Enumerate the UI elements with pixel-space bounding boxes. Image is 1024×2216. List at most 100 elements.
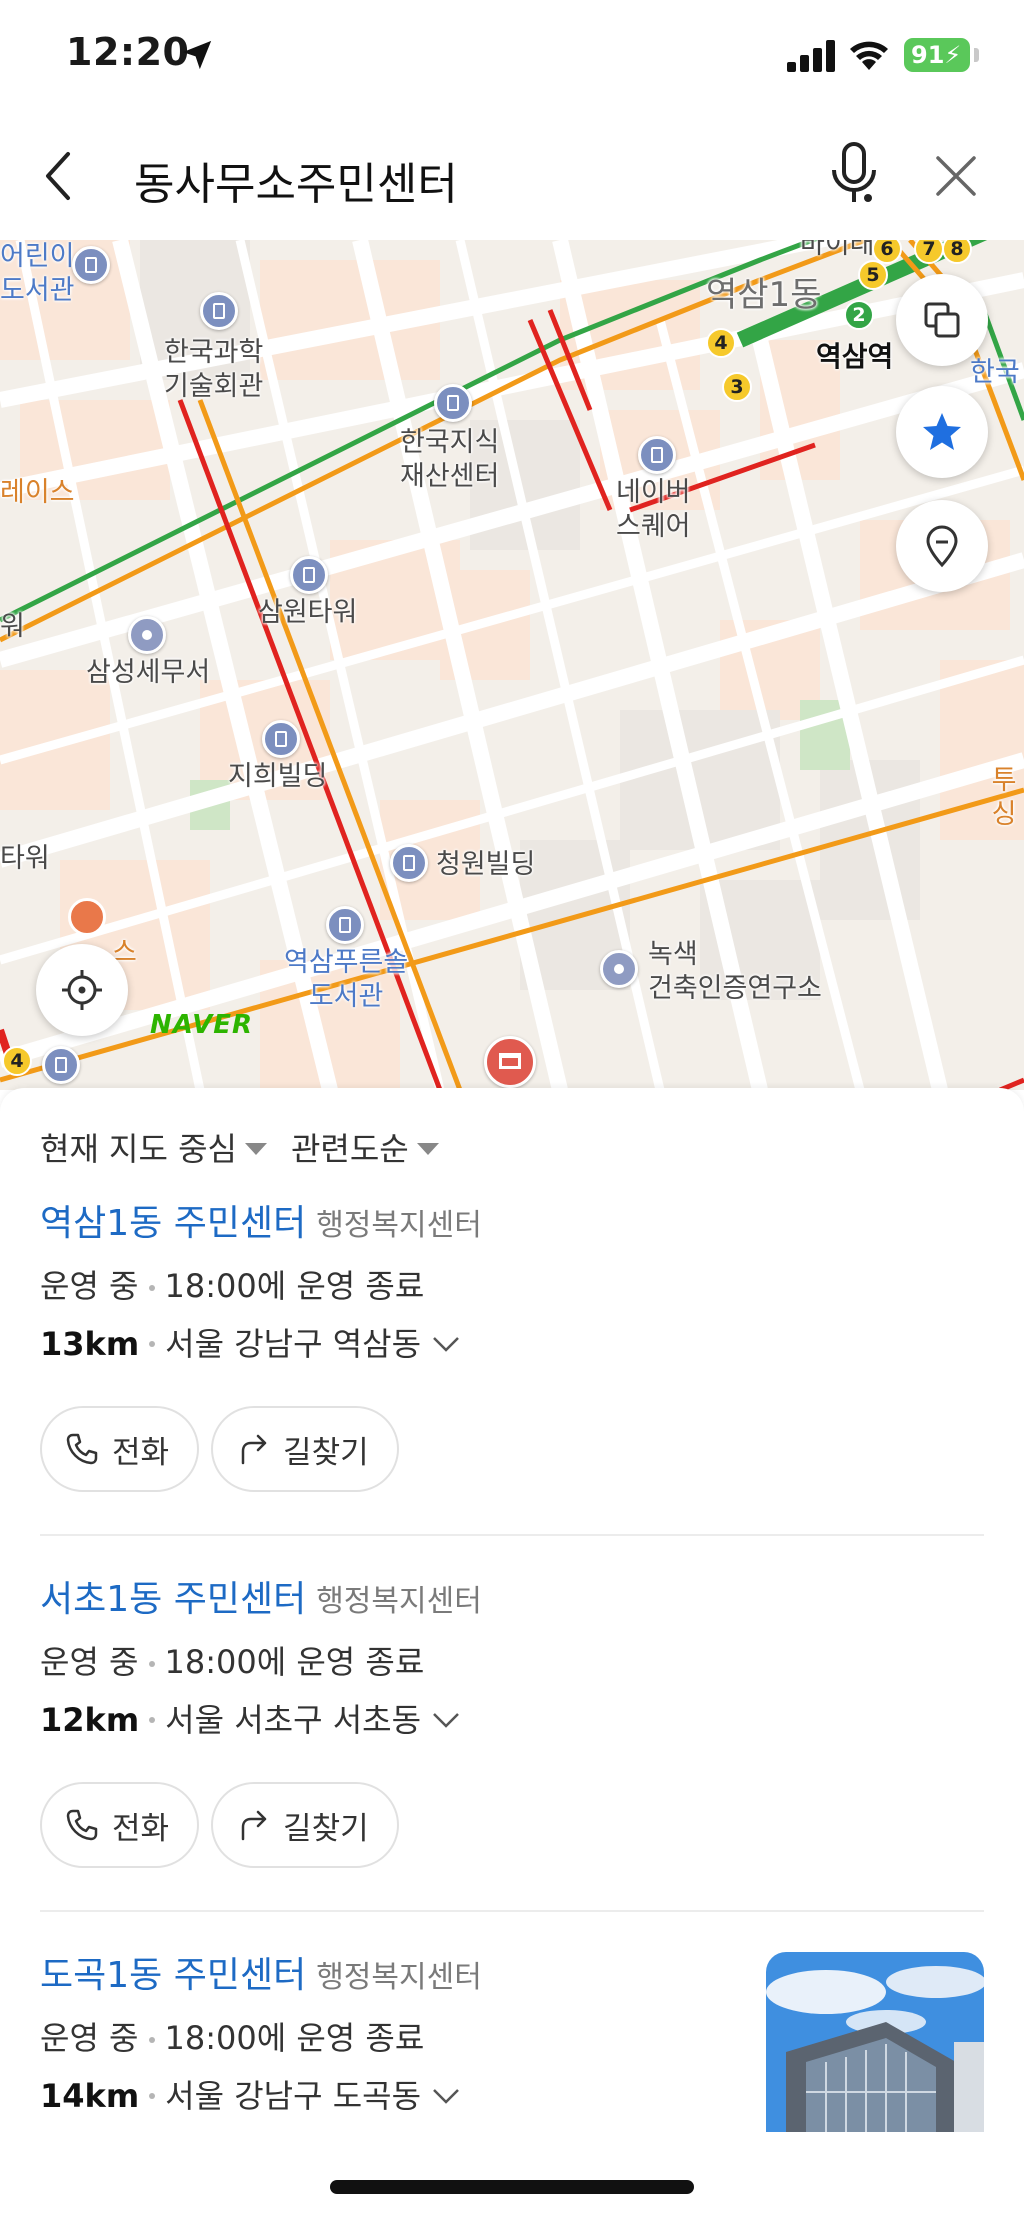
map-label-cheongwon: 청원빌딩 <box>436 849 536 880</box>
institute-poi-icon[interactable] <box>600 950 638 988</box>
map-label-library-top: 어린이 도서관 <box>0 241 75 306</box>
result-hours: 운영 중 18:00에 운영 종료 <box>40 1264 984 1308</box>
result-address: 서울 서초구 서초동 <box>165 1701 422 1739</box>
separator-dot <box>149 1341 156 1347</box>
map-label-yeoksam1: 역삼1동 <box>706 275 822 315</box>
result-category: 행정복지센터 <box>316 1208 482 1243</box>
building-poi-icon[interactable] <box>434 384 472 422</box>
call-label: 전화 <box>112 1810 170 1847</box>
caret-down-icon <box>244 1143 267 1155</box>
directions-label: 길찾기 <box>283 1434 369 1471</box>
separator-dot <box>148 1661 155 1667</box>
chevron-down-icon <box>433 1337 459 1352</box>
location-arrow-icon <box>182 40 212 70</box>
call-label: 전화 <box>112 1434 170 1471</box>
phone-icon <box>66 1809 98 1841</box>
divider <box>40 1534 984 1536</box>
battery-cap <box>974 48 979 62</box>
result-closing: 18:00에 운영 종료 <box>164 1267 425 1305</box>
result-address: 서울 강남구 역삼동 <box>165 1325 422 1363</box>
result-status: 운영 중 <box>40 1643 139 1681</box>
phone-icon <box>66 1433 98 1465</box>
search-header: 동사무소주민센터 <box>0 110 1024 240</box>
result-hours: 운영 중 18:00에 운영 종료 <box>40 1640 984 1684</box>
subway-line-badge: 2 <box>844 300 874 330</box>
result-category: 행정복지센터 <box>316 1960 482 1995</box>
status-time: 12:20 <box>66 30 190 74</box>
home-indicator[interactable] <box>330 2180 694 2194</box>
chevron-down-icon <box>433 2089 459 2104</box>
map-label-tower-left: 타워 <box>0 843 50 874</box>
filter-sort-label: 관련도순 <box>290 1130 409 1168</box>
museum-poi-icon[interactable] <box>484 1036 536 1088</box>
directions-button[interactable]: 길찾기 <box>211 1406 399 1492</box>
map-label-kst: 한국과학 기술회관 <box>164 337 264 402</box>
star-icon <box>923 413 961 450</box>
results-sheet: 현재 지도 중심 관련도순 역삼1동 주민센터 행정복지센터 운영 중 18:00에… <box>0 1088 1024 2216</box>
close-icon[interactable] <box>930 150 982 202</box>
result-address: 서울 강남구 도곡동 <box>165 2077 422 2115</box>
battery-level: 91 <box>911 41 945 69</box>
map-label-samwon: 삼원타워 <box>258 597 358 628</box>
directions-arrow-icon <box>241 1434 267 1465</box>
back-arrow-icon[interactable] <box>36 146 84 206</box>
filter-map-center[interactable]: 현재 지도 중심 <box>40 1124 267 1170</box>
result-distance: 12km <box>40 1701 140 1739</box>
filter-sort[interactable]: 관련도순 <box>291 1124 439 1170</box>
directions-arrow-icon <box>241 1810 267 1841</box>
map-layers-button[interactable] <box>896 274 988 366</box>
result-status: 운영 중 <box>40 2019 139 2057</box>
search-input[interactable]: 동사무소주민센터 <box>134 148 458 212</box>
separator-dot <box>148 1285 155 1291</box>
result-item[interactable]: 역삼1동 주민센터 행정복지센터 운영 중 18:00에 운영 종료 13km 서울 … <box>40 1200 984 1492</box>
building-poi-icon[interactable] <box>390 844 428 882</box>
map-label-tusu: 투싱 <box>991 765 1017 830</box>
map-label-naver-square: 네이버 스퀘어 <box>616 477 691 542</box>
building-poi-icon[interactable] <box>42 1046 80 1084</box>
result-category: 행정복지센터 <box>316 1584 482 1619</box>
filter-map-center-label: 현재 지도 중심 <box>40 1130 237 1168</box>
result-title-row: 역삼1동 주민센터 행정복지센터 <box>40 1200 984 1250</box>
microphone-icon[interactable] <box>826 140 882 210</box>
library-poi-icon[interactable] <box>326 906 364 944</box>
subway-line-badge: 4 <box>706 328 736 358</box>
map-label-korea-right: 한국 <box>970 357 1020 388</box>
current-location-button[interactable] <box>36 944 128 1036</box>
crosshair-icon <box>62 970 102 1010</box>
separator-dot <box>148 2037 155 2043</box>
result-closing: 18:00에 운영 종료 <box>164 2019 425 2057</box>
call-button[interactable]: 전화 <box>40 1406 200 1492</box>
divider <box>40 1910 984 1912</box>
result-name[interactable]: 도곡1동 주민센터 <box>40 1955 306 1996</box>
building-poi-icon[interactable] <box>200 292 238 330</box>
building-poi-icon[interactable] <box>290 556 328 594</box>
cafe-poi-icon[interactable] <box>68 898 106 936</box>
save-location-button[interactable] <box>896 500 988 592</box>
map-pin-icon <box>926 525 958 568</box>
map-label-top-right-edge: 바이태 <box>800 240 875 260</box>
call-button[interactable]: 전화 <box>40 1782 200 1868</box>
map-view[interactable]: 어린이 도서관 바이태 한국과학 기술회관 역삼1동 역삼역 한국 한국지식 재… <box>0 240 1024 1090</box>
favorites-button[interactable] <box>896 386 988 478</box>
result-actions: 전화 길찾기 <box>40 1406 984 1492</box>
result-status: 운영 중 <box>40 1267 139 1305</box>
result-photo[interactable] <box>766 1952 984 2132</box>
building-poi-icon[interactable] <box>262 720 300 758</box>
naver-logo: NAVER <box>150 1010 254 1040</box>
government-poi-icon[interactable] <box>128 616 166 654</box>
directions-button[interactable]: 길찾기 <box>211 1782 399 1868</box>
result-address-row[interactable]: 12km 서울 서초구 서초동 <box>40 1698 984 1742</box>
result-name[interactable]: 서초1동 주민센터 <box>40 1579 306 1620</box>
filter-bar: 현재 지도 중심 관련도순 <box>40 1124 439 1170</box>
result-actions: 전화 길찾기 <box>40 1782 984 1868</box>
layers-icon <box>924 302 960 338</box>
result-name[interactable]: 역삼1동 주민센터 <box>40 1203 306 1244</box>
status-bar: 12:20 91⚡ <box>0 0 1024 110</box>
chevron-down-icon <box>433 1713 459 1728</box>
building-poi-icon[interactable] <box>638 436 676 474</box>
library-poi-icon[interactable] <box>72 246 110 284</box>
result-closing: 18:00에 운영 종료 <box>164 1643 425 1681</box>
subway-line-badge: 5 <box>858 260 888 290</box>
result-address-row[interactable]: 13km 서울 강남구 역삼동 <box>40 1322 984 1366</box>
result-item[interactable]: 서초1동 주민센터 행정복지센터 운영 중 18:00에 운영 종료 12km 서울 … <box>40 1576 984 1868</box>
